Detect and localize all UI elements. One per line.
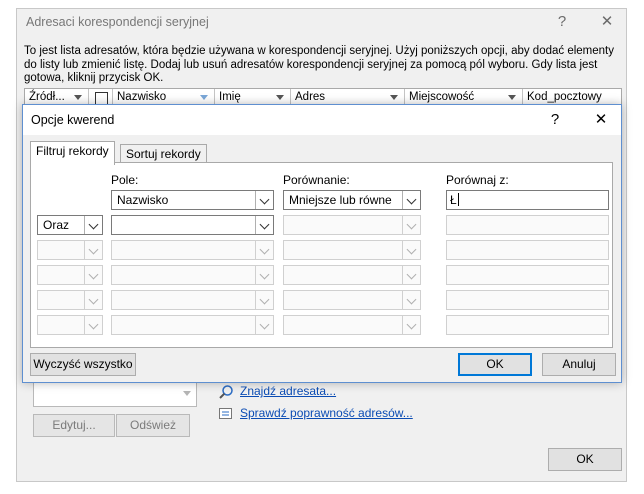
- compare-to-input-3[interactable]: [446, 240, 609, 260]
- conjunction-dropdown-2[interactable]: Oraz: [37, 215, 103, 235]
- tab-filter-records[interactable]: Filtruj rekordy: [30, 141, 115, 165]
- close-button[interactable]: ✕: [591, 112, 611, 128]
- field-dropdown-5[interactable]: [111, 290, 274, 310]
- chevron-down-icon: [259, 219, 270, 230]
- data-source-list[interactable]: [33, 381, 197, 407]
- help-button[interactable]: ?: [545, 112, 565, 128]
- chevron-down-icon: [88, 219, 99, 230]
- comparison-header: Porównanie:: [283, 173, 350, 187]
- comparison-dropdown-3[interactable]: [283, 240, 421, 260]
- query-dialog-title: Opcje kwerend: [31, 113, 115, 127]
- refresh-button[interactable]: Odśwież: [116, 414, 190, 437]
- comparison-dropdown-5[interactable]: [283, 290, 421, 310]
- field-dropdown-3[interactable]: [111, 240, 274, 260]
- chevron-down-icon: [88, 269, 99, 280]
- find-recipient-link[interactable]: Znajdź adresata...: [240, 384, 336, 398]
- field-dropdown-2[interactable]: [111, 215, 274, 235]
- chevron-down-icon: [406, 319, 417, 330]
- ok-button[interactable]: OK: [458, 353, 532, 376]
- validate-addresses-link[interactable]: Sprawdź poprawność adresów...: [240, 406, 413, 420]
- conjunction-dropdown-4[interactable]: [37, 265, 103, 285]
- compare-to-input-1[interactable]: Ł: [446, 190, 609, 210]
- filter-records-panel: Pole: Porównanie: Porównaj z: Nazwisko M…: [30, 162, 613, 348]
- comparison-dropdown-1[interactable]: Mniejsze lub równe: [283, 190, 421, 210]
- field-header: Pole:: [111, 173, 139, 187]
- compare-to-input-2[interactable]: [446, 215, 609, 235]
- magnifier-icon: [219, 385, 233, 399]
- chevron-down-icon: [406, 194, 417, 205]
- chevron-down-icon: [88, 244, 99, 255]
- chevron-down-icon: [406, 244, 417, 255]
- comparison-dropdown-4[interactable]: [283, 265, 421, 285]
- text-cursor: [457, 193, 459, 206]
- field-dropdown-1[interactable]: Nazwisko: [111, 190, 274, 210]
- clear-all-button[interactable]: Wyczyść wszystko: [30, 353, 136, 376]
- chevron-down-icon: [406, 219, 417, 230]
- conjunction-dropdown-6[interactable]: [37, 315, 103, 335]
- comparison-dropdown-2[interactable]: [283, 215, 421, 235]
- edit-button[interactable]: Edytuj...: [33, 414, 115, 437]
- intro-text: To jest lista adresatów, która będzie uż…: [24, 45, 614, 84]
- chevron-down-icon: [259, 244, 270, 255]
- compare-to-input-5[interactable]: [446, 290, 609, 310]
- field-dropdown-4[interactable]: [111, 265, 274, 285]
- background-close-button[interactable]: ✕: [597, 14, 617, 30]
- chevron-down-icon: [259, 319, 270, 330]
- chevron-down-icon: [259, 294, 270, 305]
- chevron-down-icon: [406, 269, 417, 280]
- background-dialog-title: Adresaci korespondencji seryjnej: [26, 15, 209, 29]
- compare-to-input-4[interactable]: [446, 265, 609, 285]
- chevron-down-icon: [88, 294, 99, 305]
- conjunction-dropdown-5[interactable]: [37, 290, 103, 310]
- background-help-button[interactable]: ?: [552, 14, 572, 30]
- address-validation-icon: [219, 408, 232, 419]
- chevron-down-icon: [406, 294, 417, 305]
- scroll-down-icon: [183, 391, 191, 396]
- compare-to-input-6[interactable]: [446, 315, 609, 335]
- compare-to-header: Porównaj z:: [446, 173, 509, 187]
- chevron-down-icon: [259, 269, 270, 280]
- chevron-down-icon: [259, 194, 270, 205]
- query-options-dialog: Opcje kwerend ? ✕ Filtruj rekordy Sortuj…: [22, 104, 622, 383]
- comparison-dropdown-6[interactable]: [283, 315, 421, 335]
- cancel-button[interactable]: Anuluj: [542, 353, 616, 376]
- field-dropdown-6[interactable]: [111, 315, 274, 335]
- conjunction-dropdown-3[interactable]: [37, 240, 103, 260]
- background-ok-button[interactable]: OK: [548, 448, 622, 471]
- chevron-down-icon: [88, 319, 99, 330]
